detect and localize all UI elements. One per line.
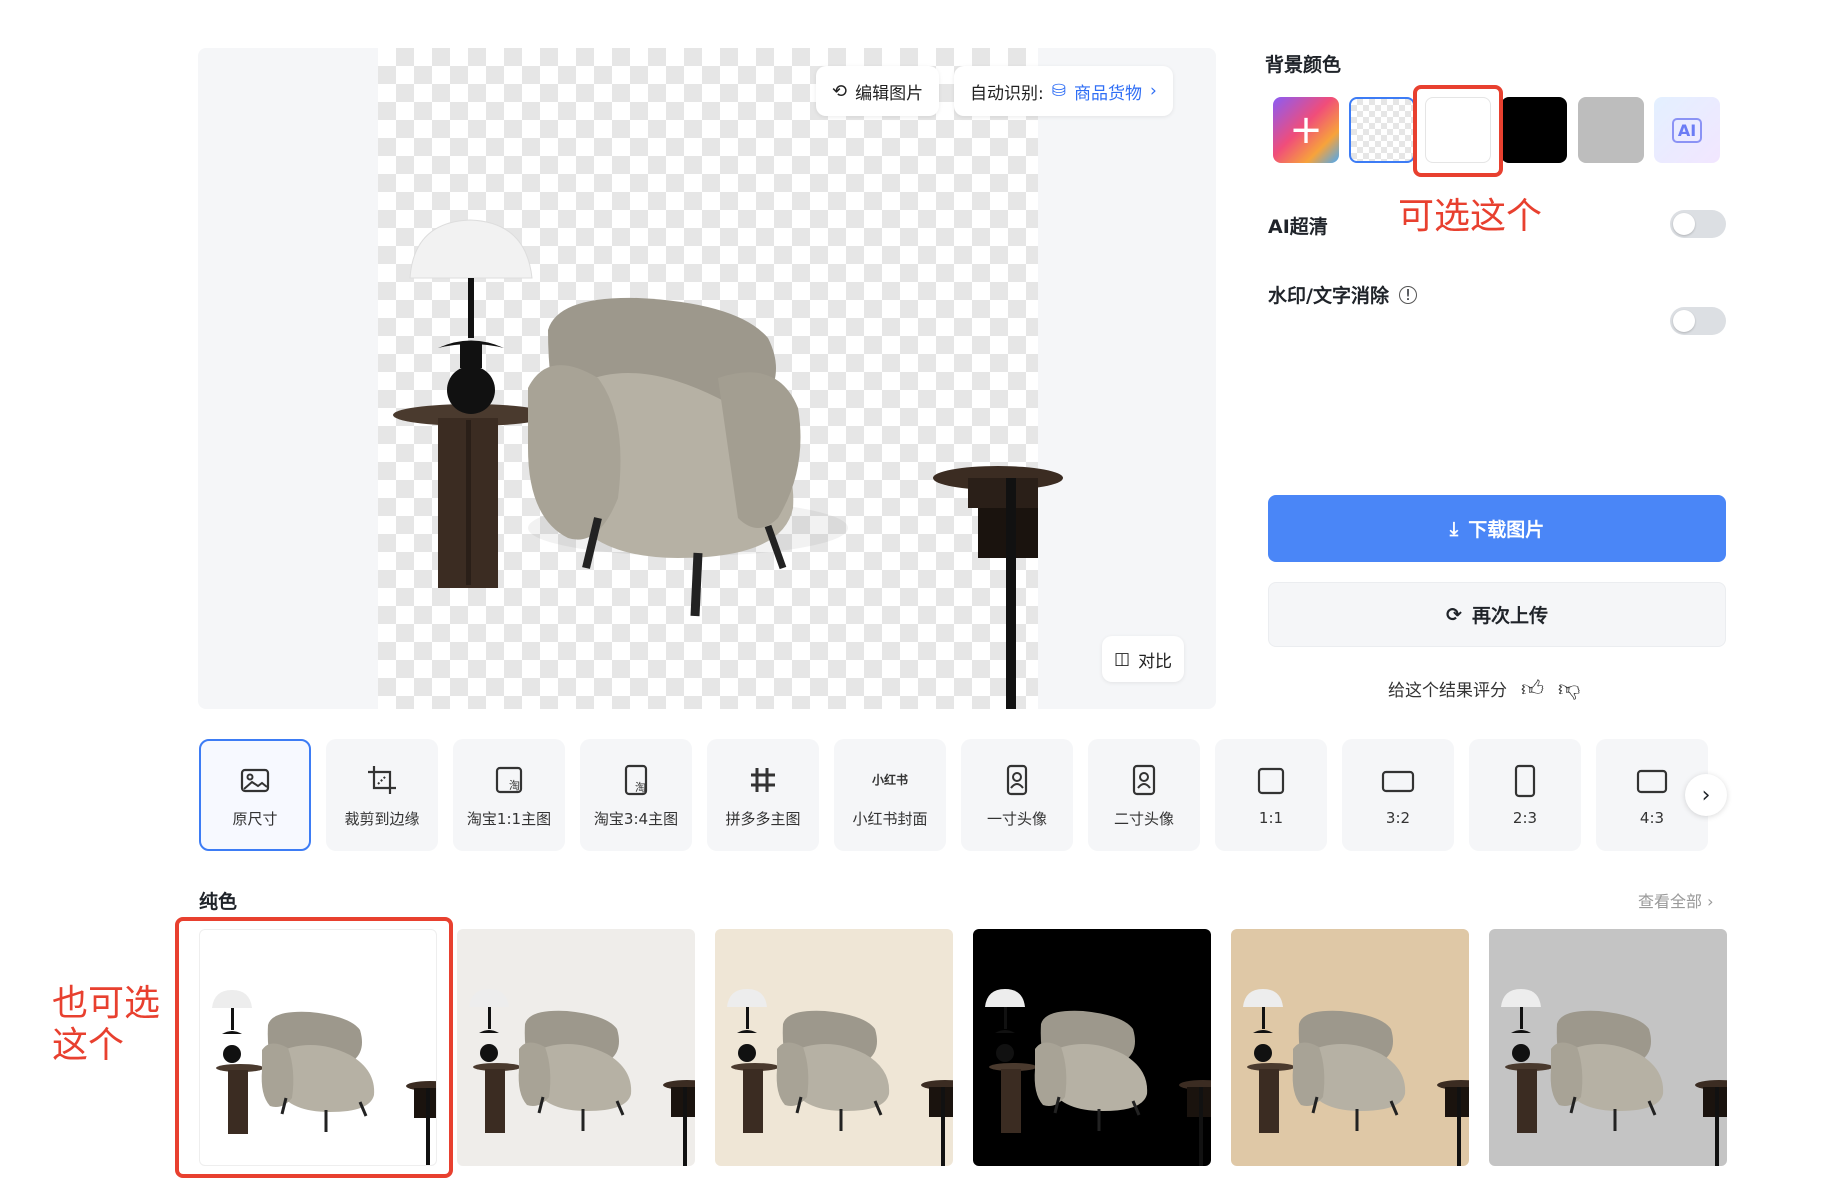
annotation-box-white-swatch xyxy=(1413,85,1503,177)
compare-icon: ◫ xyxy=(1114,649,1131,669)
taobao-portrait-icon: 淘 xyxy=(624,764,648,795)
product-thumbnail xyxy=(1243,989,1469,1166)
annotation-box-white-thumb xyxy=(175,917,453,1178)
gray-swatch[interactable] xyxy=(1578,97,1644,163)
size-preset-8[interactable]: 二寸头像 xyxy=(1088,739,1200,851)
solid-color-option-4[interactable] xyxy=(973,929,1211,1166)
size-preset-label: 1:1 xyxy=(1258,809,1284,827)
view-all-link[interactable]: 查看全部 › xyxy=(1638,888,1714,912)
portrait-1inch-icon xyxy=(1006,764,1028,795)
svg-text:淘: 淘 xyxy=(635,781,646,794)
size-preset-label: 淘宝3:4主图 xyxy=(593,809,679,828)
xiaohongshu-icon: 小红书 xyxy=(871,773,908,787)
watermark-row: 水印/文字消除 ! xyxy=(1268,281,1417,308)
size-preset-row: 原尺寸 裁剪到边缘淘淘宝1:1主图淘淘宝3:4主图 拼多多主图 小红书 小红书封面 一寸头… xyxy=(199,739,1708,851)
portrait-icon xyxy=(1514,764,1536,798)
solid-color-option-3[interactable] xyxy=(715,929,953,1166)
size-preset-1[interactable]: 原尺寸 xyxy=(199,739,311,851)
size-preset-3[interactable]: 淘淘宝1:1主图 xyxy=(453,739,565,851)
product-image xyxy=(393,219,1063,709)
category-icon: ⛁ xyxy=(1051,81,1066,101)
annotation-note-thumb: 也可选 这个 xyxy=(52,983,161,1066)
rating-row: 给这个结果评分 👍︎ 👎︎ xyxy=(1388,675,1581,702)
download-button[interactable]: ⤓ 下载图片 xyxy=(1268,495,1726,562)
product-thumbnail xyxy=(727,989,953,1166)
next-arrow-button[interactable]: › xyxy=(1685,774,1727,816)
ai-hd-label: AI超清 xyxy=(1268,216,1328,238)
bg-color-title: 背景颜色 xyxy=(1265,54,1342,76)
size-preset-label: 淘宝1:1主图 xyxy=(466,809,552,828)
landscape-icon xyxy=(1381,770,1415,793)
chevron-right-icon: › xyxy=(1702,892,1714,911)
size-preset-10[interactable]: 3:2 xyxy=(1342,739,1454,851)
product-thumbnail xyxy=(1501,989,1727,1166)
crop-icon xyxy=(368,765,396,794)
compare-button[interactable]: ◫ 对比 xyxy=(1102,636,1185,682)
refresh-icon: ⟳ xyxy=(1446,603,1462,626)
size-preset-label: 3:2 xyxy=(1385,809,1411,827)
edit-icon: ⟲ xyxy=(832,80,848,102)
thumbs-down-icon[interactable]: 👎︎ xyxy=(1558,675,1580,702)
size-preset-7[interactable]: 一寸头像 xyxy=(961,739,1073,851)
solid-color-option-2[interactable] xyxy=(457,929,695,1166)
info-icon[interactable]: ! xyxy=(1398,285,1417,304)
size-preset-label: 裁剪到边缘 xyxy=(344,809,420,828)
annotation-note-swatch: 可选这个 xyxy=(1398,196,1543,237)
solid-color-option-5[interactable] xyxy=(1231,929,1469,1166)
reupload-button[interactable]: ⟳ 再次上传 xyxy=(1268,582,1726,647)
image-icon xyxy=(240,768,270,792)
ai-hd-toggle[interactable] xyxy=(1670,210,1726,238)
size-preset-label: 小红书封面 xyxy=(852,809,928,828)
plus-icon: + xyxy=(1289,107,1323,153)
product-thumbnail xyxy=(985,989,1211,1166)
solid-color-option-6[interactable] xyxy=(1489,929,1727,1166)
size-preset-label: 原尺寸 xyxy=(232,809,278,828)
solid-color-title: 纯色 xyxy=(199,891,238,913)
size-preset-label: 二寸头像 xyxy=(1113,809,1174,828)
preview-canvas: ⟲ 编辑图片 自动识别: ⛁ 商品货物 › ◫ 对比 xyxy=(198,48,1216,709)
size-preset-2[interactable]: 裁剪到边缘 xyxy=(326,739,438,851)
portrait-2inch-icon xyxy=(1132,764,1156,795)
ai-image-icon: AI xyxy=(1671,117,1703,143)
size-preset-4[interactable]: 淘淘宝3:4主图 xyxy=(580,739,692,851)
thumbs-up-icon[interactable]: 👍︎ xyxy=(1521,675,1544,702)
black-swatch[interactable] xyxy=(1501,97,1567,163)
size-preset-5[interactable]: 拼多多主图 xyxy=(707,739,819,851)
size-preset-label: 一寸头像 xyxy=(986,809,1047,828)
svg-text:淘: 淘 xyxy=(509,779,520,792)
edit-image-button[interactable]: ⟲ 编辑图片 xyxy=(816,66,940,116)
square-icon xyxy=(1257,767,1285,795)
custom-color-swatch[interactable]: + xyxy=(1273,97,1339,163)
transparent-swatch[interactable] xyxy=(1349,97,1415,163)
pinduoduo-icon xyxy=(751,767,775,792)
chevron-right-icon: › xyxy=(1149,81,1157,101)
size-preset-6[interactable]: 小红书 小红书封面 xyxy=(834,739,946,851)
size-preset-11[interactable]: 2:3 xyxy=(1469,739,1581,851)
size-preset-label: 拼多多主图 xyxy=(725,809,801,828)
product-thumbnail xyxy=(469,989,695,1166)
watermark-toggle[interactable] xyxy=(1670,307,1726,335)
landscape-43-icon xyxy=(1636,769,1668,794)
taobao-square-icon: 淘 xyxy=(495,766,523,793)
chevron-right-icon: › xyxy=(1701,782,1711,808)
download-icon: ⤓ xyxy=(1449,517,1459,540)
auto-detect-selector[interactable]: 自动识别: ⛁ 商品货物 › xyxy=(954,66,1173,116)
size-preset-label: 4:3 xyxy=(1639,809,1665,827)
ai-background-swatch[interactable]: AI xyxy=(1654,97,1720,163)
size-preset-9[interactable]: 1:1 xyxy=(1215,739,1327,851)
size-preset-label: 2:3 xyxy=(1512,809,1538,827)
